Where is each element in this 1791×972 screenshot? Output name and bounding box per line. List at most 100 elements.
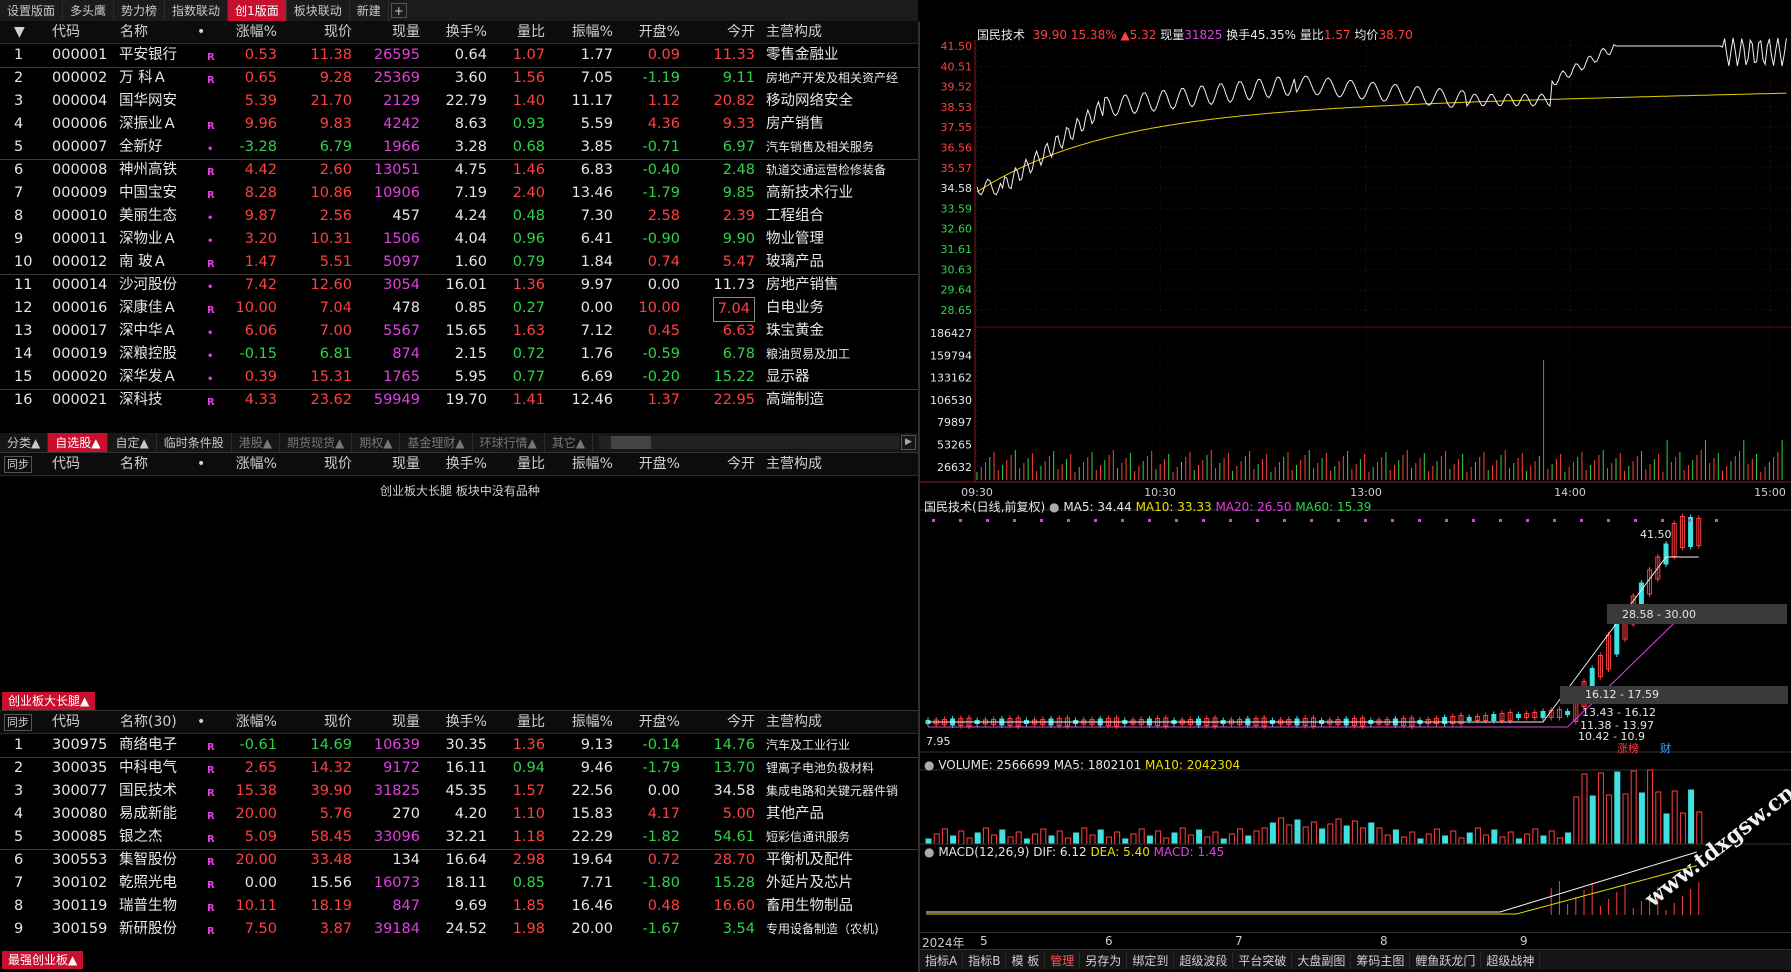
table-row[interactable]: 1 000001 平安银行 R 0.53 11.38 26595 0.64 1.07 1.77 0.… xyxy=(0,44,920,68)
header-code[interactable]: 代码 xyxy=(52,21,80,43)
toolbar-btn-9[interactable]: 筹码主图 xyxy=(1351,951,1411,969)
tab-bull-eagle[interactable]: 多头鹰 xyxy=(63,0,115,21)
toolbar-btn-8[interactable]: 大盘副图 xyxy=(1292,951,1352,969)
volume-chart[interactable] xyxy=(920,769,1791,845)
tab-new[interactable]: 新建 xyxy=(350,0,389,21)
tab-layout-settings[interactable]: 设置版面 xyxy=(0,0,64,21)
header-open-pct[interactable]: 开盘% xyxy=(639,21,680,43)
table-row[interactable]: 6 000008 神州高铁 R 4.42 2.60 13051 4.75 1.46 6.83 -0.… xyxy=(0,159,920,182)
tab-chuang1-layout[interactable]: 创1版面 xyxy=(228,0,287,21)
tab-hk[interactable]: 港股▲ xyxy=(232,433,280,452)
tab-temp-condition[interactable]: 临时条件股 xyxy=(157,433,232,452)
toolbar-btn-11[interactable]: 超级战神 xyxy=(1481,951,1541,969)
toolbar-btn-7[interactable]: 平台突破 xyxy=(1233,951,1293,969)
header-turnover[interactable]: 换手% xyxy=(446,453,487,475)
header-price[interactable]: 现价 xyxy=(324,711,352,733)
sync-button[interactable]: 同步 xyxy=(4,714,32,731)
header-code[interactable]: 代码 xyxy=(52,453,80,475)
scroll-right-icon[interactable]: ▶ xyxy=(901,435,916,450)
bottom-section-tag[interactable]: 创业板大长腿▲ xyxy=(2,692,96,710)
tab-funds[interactable]: 基金理财▲ xyxy=(400,433,473,452)
toolbar-btn-3[interactable]: 管理 xyxy=(1045,951,1081,969)
circle-icon[interactable]: ● xyxy=(1049,500,1059,514)
chart-canvas[interactable]: 41.50 40.51 39.52 38.53 37.55 36.56 35.57 34.58… xyxy=(920,22,1791,972)
header-business[interactable]: 主营构成 xyxy=(766,711,822,733)
header-volume[interactable]: 现量 xyxy=(392,21,420,43)
table-row[interactable]: 3 300077 国民技术 R 15.38 39.90 31825 45.35 1.57 22.5… xyxy=(0,780,920,803)
daily-kline-chart[interactable]: 41.50 7.95 28.58 - 30.00 16.12 - 17.59 13.43… xyxy=(920,509,1791,755)
tab-index-link[interactable]: 指数联动 xyxy=(165,0,229,21)
table-row[interactable]: 2 000002 万 科Ａ R 0.65 9.28 25369 3.60 1.56 7.05 -1.… xyxy=(0,67,920,90)
header-name[interactable]: 名称 xyxy=(120,21,148,43)
header-open[interactable]: 今开 xyxy=(727,711,755,733)
table-row[interactable]: 5 300085 银之杰 R 5.09 58.45 33096 32.21 1.18 22.29 -… xyxy=(0,826,920,850)
table-row[interactable]: 5 000007 全新好 • -3.28 6.79 1966 3.28 0.68 3.85 -0.7… xyxy=(0,136,920,160)
header-name[interactable]: 名称 xyxy=(120,453,148,475)
tab-category[interactable]: 分类▲ xyxy=(0,433,49,452)
toolbar-btn-5[interactable]: 绑定到 xyxy=(1127,951,1175,969)
table-row[interactable]: 14 000019 深粮控股 • -0.15 6.81 874 2.15 0.72 1.76 -0.… xyxy=(0,343,920,366)
header-business[interactable]: 主营构成 xyxy=(766,21,822,43)
sync-button[interactable]: 同步 xyxy=(4,456,32,473)
table-row[interactable]: 8 000010 美丽生态 • 9.87 2.56 457 4.24 0.48 7.30 2.58 2… xyxy=(0,205,920,228)
table-row[interactable]: 13 000017 深中华Ａ • 6.06 7.00 5567 15.65 1.63 7.12 0.… xyxy=(0,320,920,343)
table-row[interactable]: 3 000004 国华网安 5.39 21.70 2129 22.79 1.40 11.17 1.… xyxy=(0,90,920,113)
macd-chart[interactable] xyxy=(926,851,1700,915)
header-open-pct[interactable]: 开盘% xyxy=(639,711,680,733)
tab-options[interactable]: 期权▲ xyxy=(352,433,401,452)
header-change[interactable]: 涨幅% xyxy=(236,21,277,43)
table-row[interactable]: 7 000009 中国宝安 R 8.28 10.86 10906 7.19 2.40 13.46 -… xyxy=(0,182,920,205)
table-row[interactable]: 7 300102 乾照光电 R 0.00 15.56 16073 18.11 0.85 7.71 -… xyxy=(0,872,920,895)
add-tab-icon[interactable]: + xyxy=(390,3,407,18)
header-volume[interactable]: 现量 xyxy=(392,453,420,475)
header-name-count[interactable]: 名称(30) xyxy=(120,711,177,733)
table-row[interactable]: 11 000014 沙河股份 • 7.42 12.60 3054 16.01 1.36 9.97 0… xyxy=(0,274,920,297)
table-row[interactable]: 10 000012 南 玻Ａ R 1.47 5.51 5097 1.60 0.79 1.84 0.7… xyxy=(0,251,920,275)
table-row[interactable]: 8 300119 瑞普生物 R 10.11 18.19 847 9.69 1.85 16.46 0.… xyxy=(0,895,920,918)
horizontal-scrollbar[interactable] xyxy=(599,436,900,449)
header-price[interactable]: 现价 xyxy=(324,21,352,43)
header-amplitude[interactable]: 振幅% xyxy=(572,453,613,475)
toolbar-btn-10[interactable]: 鲤鱼跃龙门 xyxy=(1410,951,1482,969)
table-row[interactable]: 16 000021 深科技 R 4.33 23.62 59949 19.70 1.41 12.46… xyxy=(0,389,920,412)
tab-global[interactable]: 环球行情▲ xyxy=(473,433,545,452)
toolbar-btn-1[interactable]: 指标B xyxy=(963,951,1007,969)
header-qty-ratio[interactable]: 量比 xyxy=(517,21,545,43)
strongest-chinext-tag[interactable]: 最强创业板▲ xyxy=(2,951,84,969)
tab-sector-link[interactable]: 板块联动 xyxy=(287,0,350,21)
circle-icon[interactable]: ● xyxy=(924,845,934,859)
toolbar-btn-6[interactable]: 超级波段 xyxy=(1174,951,1234,969)
tab-custom[interactable]: 自定▲ xyxy=(108,433,157,452)
table-row[interactable]: 6 300553 集智股份 R 20.00 33.48 134 16.64 2.98 19.64 0… xyxy=(0,849,920,872)
header-amplitude[interactable]: 振幅% xyxy=(572,711,613,733)
header-change[interactable]: 涨幅% xyxy=(236,711,277,733)
toolbar-btn-2[interactable]: 模 板 xyxy=(1006,951,1046,969)
table-row[interactable]: 15 000020 深华发Ａ • 0.39 15.31 1765 5.95 0.77 6.69 -0… xyxy=(0,366,920,390)
table-row[interactable]: 9 300159 新研股份 R 7.50 3.87 39184 24.52 1.98 20.00 -… xyxy=(0,918,920,941)
table-row[interactable]: 12 000016 深康佳Ａ R 10.00 7.04 478 0.85 0.27 0.00 10.… xyxy=(0,297,920,322)
tab-power-list[interactable]: 势力榜 xyxy=(114,0,166,21)
header-business[interactable]: 主营构成 xyxy=(766,453,822,475)
tab-watchlist[interactable]: 自选股▲ xyxy=(48,433,109,452)
header-qty-ratio[interactable]: 量比 xyxy=(517,453,545,475)
table-row[interactable]: 1 300975 商络电子 R -0.61 14.69 10639 30.35 1.36 9.13… xyxy=(0,734,920,758)
header-code[interactable]: 代码 xyxy=(52,711,80,733)
toolbar-btn-0[interactable]: 指标A xyxy=(920,951,964,969)
header-amplitude[interactable]: 振幅% xyxy=(572,21,613,43)
tab-futures[interactable]: 期货现货▲ xyxy=(280,433,353,452)
circle-icon[interactable]: ● xyxy=(924,758,934,772)
header-change[interactable]: 涨幅% xyxy=(236,453,277,475)
sort-arrow-icon[interactable]: ▼ xyxy=(14,21,25,43)
table-row[interactable]: 4 000006 深振业Ａ R 9.96 9.83 4242 8.63 0.93 5.59 4.36… xyxy=(0,113,920,136)
table-row[interactable]: 9 000011 深物业Ａ • 3.20 10.31 1506 4.04 0.96 6.41 -0.… xyxy=(0,228,920,251)
header-open[interactable]: 今开 xyxy=(727,453,755,475)
header-turnover[interactable]: 换手% xyxy=(446,711,487,733)
toolbar-btn-4[interactable]: 另存为 xyxy=(1080,951,1128,969)
table-row[interactable]: 2 300035 中科电气 R 2.65 14.32 9172 16.11 0.94 9.46 -1… xyxy=(0,757,920,780)
header-qty-ratio[interactable]: 量比 xyxy=(517,711,545,733)
table-row[interactable]: 4 300080 易成新能 R 20.00 5.76 270 4.20 1.10 15.83 4.1… xyxy=(0,803,920,826)
header-open[interactable]: 今开 xyxy=(727,21,755,43)
header-volume[interactable]: 现量 xyxy=(392,711,420,733)
header-open-pct[interactable]: 开盘% xyxy=(639,453,680,475)
tab-other[interactable]: 其它▲ xyxy=(545,433,594,452)
